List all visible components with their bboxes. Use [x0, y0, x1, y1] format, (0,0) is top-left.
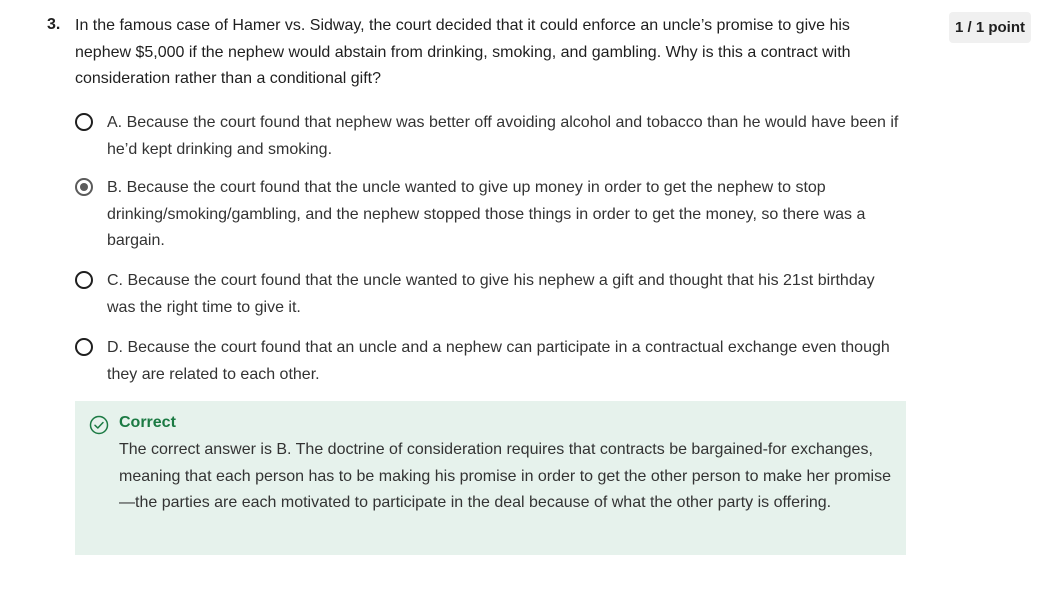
- question-text: In the famous case of Hamer vs. Sidway, …: [75, 17, 851, 87]
- option-c-text: C. Because the court found that the uncl…: [107, 272, 875, 316]
- radio-button-b[interactable]: [75, 178, 93, 196]
- score-badge: 1 / 1 point: [949, 12, 1031, 43]
- radio-button-a[interactable]: [75, 113, 93, 131]
- question-block: 3. In the famous case of Hamer vs. Sidwa…: [0, 0, 1051, 591]
- feedback-text: The correct answer is B. The doctrine of…: [119, 441, 891, 511]
- feedback-panel: Correct The correct answer is B. The doc…: [75, 401, 906, 555]
- check-circle-icon: [89, 415, 109, 435]
- option-d-text: D. Because the court found that an uncle…: [107, 339, 890, 383]
- option-a-text: A. Because the court found that nephew w…: [107, 114, 899, 158]
- option-b-text: B. Because the court found that the uncl…: [107, 179, 866, 249]
- question-number: 3.: [47, 16, 61, 33]
- radio-button-c[interactable]: [75, 271, 93, 289]
- feedback-title: Correct: [119, 414, 176, 431]
- radio-button-d[interactable]: [75, 338, 93, 356]
